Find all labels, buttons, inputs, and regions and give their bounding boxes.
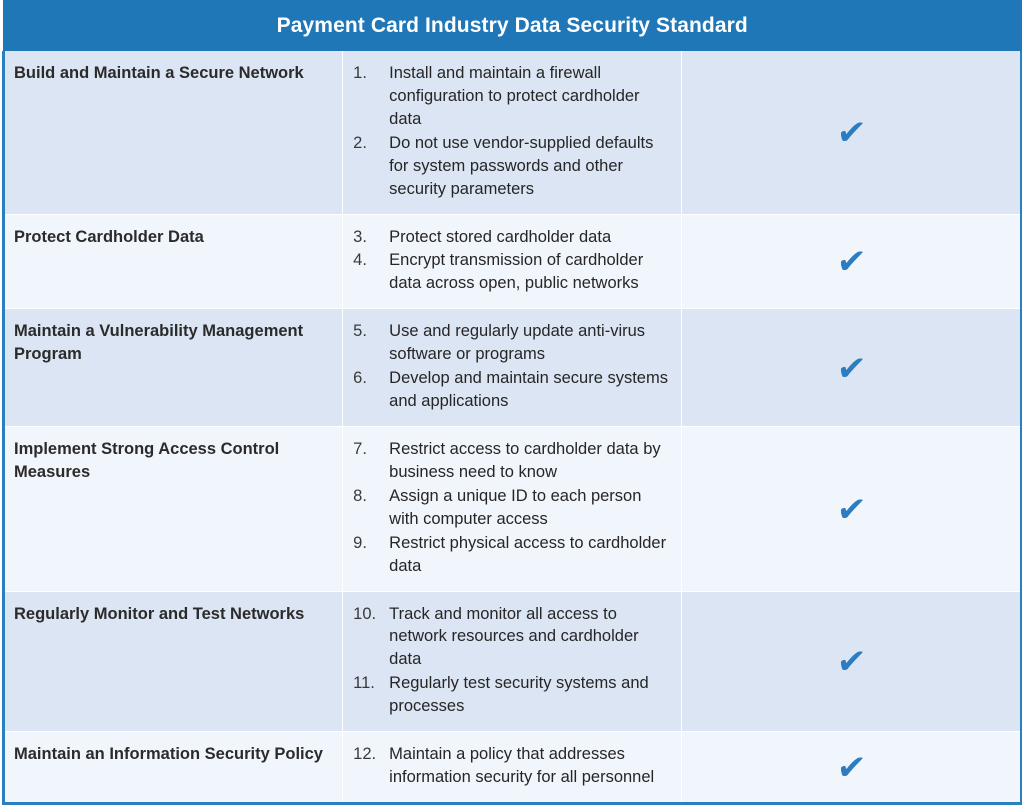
requirement-number: 1. [353,64,367,82]
requirement-text: Protect stored cardholder data [389,227,612,246]
requirement-text: Restrict physical access to cardholder d… [389,533,667,575]
requirement-item: 2. Do not use vendor-supplied defaults fo… [343,132,673,201]
requirement-item: 3. Protect stored cardholder data [343,226,673,249]
requirements-cell: 1. Install and maintain a firewall config… [342,51,683,215]
check-mark-icon: ✔ [834,242,868,283]
requirement-text: Develop and maintain secure systems and … [389,369,668,411]
check-mark-icon: ✔ [834,348,868,389]
principle-heading: Protect Cardholder Data [1,214,344,310]
requirements-cell: 10. Track and monitor all access to netwo… [342,591,683,733]
requirements-list: 5. Use and regularly update anti-virus so… [343,320,673,413]
compliance-check-cell: ✔ [681,731,1023,805]
requirements-cell: 3. Protect stored cardholder data 4. Encryp… [342,214,683,310]
check-mark-icon: ✔ [834,642,868,683]
table-title-row: Payment Card Industry Data Security Stan… [2,0,1022,51]
requirement-number: 5. [353,322,367,341]
table-row: Maintain an Information Security Policy 1… [1,731,1023,805]
requirements-list: 3. Protect stored cardholder data 4. Encryp… [343,226,673,296]
requirement-text: Do not use vendor-supplied defaults for … [389,133,654,198]
pci-dss-requirements-table: Payment Card Industry Data Security Stan… [1,0,1023,805]
principle-heading: Maintain an Information Security Policy [1,731,344,805]
requirements-list: 7. Restrict access to cardholder data by … [343,438,673,578]
requirement-text: Restrict access to cardholder data by bu… [389,439,661,481]
requirement-item: 9. Restrict physical access to cardholder… [343,532,673,578]
pci-dss-table-container: Payment Card Industry Data Security Stan… [0,0,1024,805]
requirement-item: 7. Restrict access to cardholder data by … [343,438,673,484]
requirement-number: 7. [353,439,367,458]
requirement-item: 10. Track and monitor all access to netwo… [343,603,673,672]
table-body: Build and Maintain a Secure Network 1. Ins… [1,51,1023,805]
check-mark-icon: ✔ [834,113,868,154]
compliance-check-cell: ✔ [681,308,1023,427]
table-row: Protect Cardholder Data 3. Protect stored … [1,214,1023,310]
check-mark-icon: ✔ [834,489,868,530]
requirement-item: 6. Develop and maintain secure systems an… [343,367,673,413]
compliance-check-cell: ✔ [681,591,1023,733]
requirement-text: Regularly test security systems and proc… [389,674,649,716]
principle-heading: Maintain a Vulnerability Management Prog… [1,308,344,427]
requirement-item: 12. Maintain a policy that addresses info… [343,743,673,789]
requirement-text: Use and regularly update anti-virus soft… [389,322,646,364]
requirements-list: 10. Track and monitor all access to netwo… [343,603,673,719]
requirement-number: 3. [353,227,367,246]
requirements-cell: 5. Use and regularly update anti-virus so… [342,308,683,427]
table-row: Implement Strong Access Control Measures… [1,426,1023,592]
principle-heading: Implement Strong Access Control Measures [1,426,344,592]
requirement-number: 10. [353,604,377,623]
requirement-text: Assign a unique ID to each person with c… [389,486,642,528]
requirement-text: Encrypt transmission of cardholder data … [389,251,644,293]
requirement-number: 4. [353,251,367,270]
requirement-item: 11. Regularly test security systems and p… [343,672,673,718]
requirement-item: 1. Install and maintain a firewall config… [343,62,673,131]
principle-heading: Regularly Monitor and Test Networks [1,591,344,733]
compliance-check-cell: ✔ [681,214,1023,310]
requirement-text: Maintain a policy that addresses informa… [389,745,655,787]
principle-heading: Build and Maintain a Secure Network [1,51,344,215]
requirement-item: 5. Use and regularly update anti-virus so… [343,320,673,366]
requirement-number: 8. [353,486,367,505]
requirements-list: 12. Maintain a policy that addresses info… [343,743,673,789]
requirement-number: 6. [353,369,367,388]
requirement-item: 8. Assign a unique ID to each person with… [343,485,673,531]
requirement-number: 11. [353,674,375,693]
requirement-number: 9. [353,533,367,552]
requirement-text: Install and maintain a firewall configur… [389,64,640,128]
requirements-list: 1. Install and maintain a firewall config… [343,62,673,201]
page-title: Payment Card Industry Data Security Stan… [2,0,1022,51]
requirements-cell: 7. Restrict access to cardholder data by … [342,426,683,592]
requirement-number: 12. [353,745,377,764]
requirements-cell: 12. Maintain a policy that addresses info… [342,731,683,805]
table-row: Regularly Monitor and Test Networks 10. Tr… [1,591,1023,733]
table-row: Maintain a Vulnerability Management Prog… [1,308,1023,427]
requirement-number: 2. [353,133,367,152]
compliance-check-cell: ✔ [681,426,1023,592]
requirement-text: Track and monitor all access to network … [389,604,639,669]
table-row: Build and Maintain a Secure Network 1. Ins… [1,51,1023,215]
requirement-item: 4. Encrypt transmission of cardholder dat… [343,249,673,295]
compliance-check-cell: ✔ [681,51,1023,215]
check-mark-icon: ✔ [834,748,868,789]
